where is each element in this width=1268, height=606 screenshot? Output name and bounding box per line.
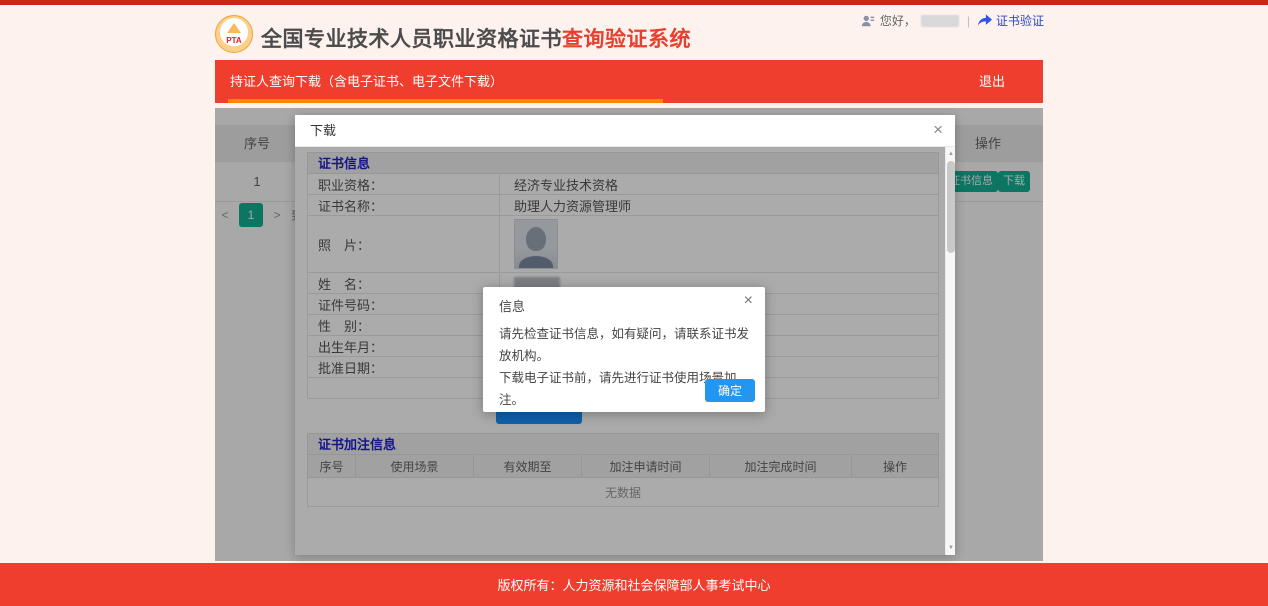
top-accent-bar [0,0,1268,5]
system-title-accent: 查询验证系统 [562,28,691,51]
logo-mountain-shape [227,23,241,33]
tab-holder-query-download[interactable]: 持证人查询下载（含电子证书、电子文件下载） [228,60,505,103]
info-dialog-title: 信息 [499,296,525,315]
pta-logo-icon: PTA [215,15,253,53]
scrollbar-down-icon[interactable]: ▼ [946,543,955,553]
logo-text: PTA [226,36,241,45]
active-tab-underline [228,99,663,103]
logout-button[interactable]: 退出 [979,60,1005,103]
scrollbar-up-icon[interactable]: ▲ [946,149,955,159]
info-dialog: 信息 × 请先检查证书信息，如有疑问，请联系证书发放机构。 下载电子证书前，请先… [483,287,765,412]
cert-verify-link[interactable]: 证书验证 [978,12,1044,29]
page-header: PTA 全国专业技术人员职业资格证书查询验证系统 您好， | 证书验证 [215,8,1046,60]
download-modal-titlebar: 下载 × [295,115,955,147]
download-modal: 下载 × 证书信息 职业资格： 经济专业技术资格 证书名称： 助理人力资源管理师… [295,115,955,555]
user-icon [861,14,875,28]
page-footer: 版权所有：人力资源和社会保障部人事考试中心 [0,563,1268,606]
separator: | [967,14,970,28]
download-modal-title: 下载 [310,115,336,147]
user-area: 您好， | 证书验证 [861,12,1044,29]
system-title: 全国专业技术人员职业资格证书查询验证系统 [261,23,691,53]
confirm-button[interactable]: 确定 [705,379,755,402]
main-nav: 持证人查询下载（含电子证书、电子文件下载） 退出 [215,60,1043,103]
cert-verify-label: 证书验证 [996,12,1044,29]
download-modal-body: 证书信息 职业资格： 经济专业技术资格 证书名称： 助理人力资源管理师 照 片： [295,147,955,555]
modal-scrollbar[interactable]: ▲ ▼ [945,147,955,555]
info-message-line1: 请先检查证书信息，如有疑问，请联系证书发放机构。 [499,323,753,367]
share-arrow-icon [978,14,992,27]
info-dialog-close-icon[interactable]: × [744,292,753,310]
download-modal-close-icon[interactable]: × [933,115,943,145]
username-redacted [921,15,959,27]
greeting-text: 您好， [880,12,916,29]
scrollbar-thumb[interactable] [947,161,955,253]
system-title-main: 全国专业技术人员职业资格证书 [261,28,562,51]
copyright-text: 版权所有：人力资源和社会保障部人事考试中心 [497,575,770,594]
